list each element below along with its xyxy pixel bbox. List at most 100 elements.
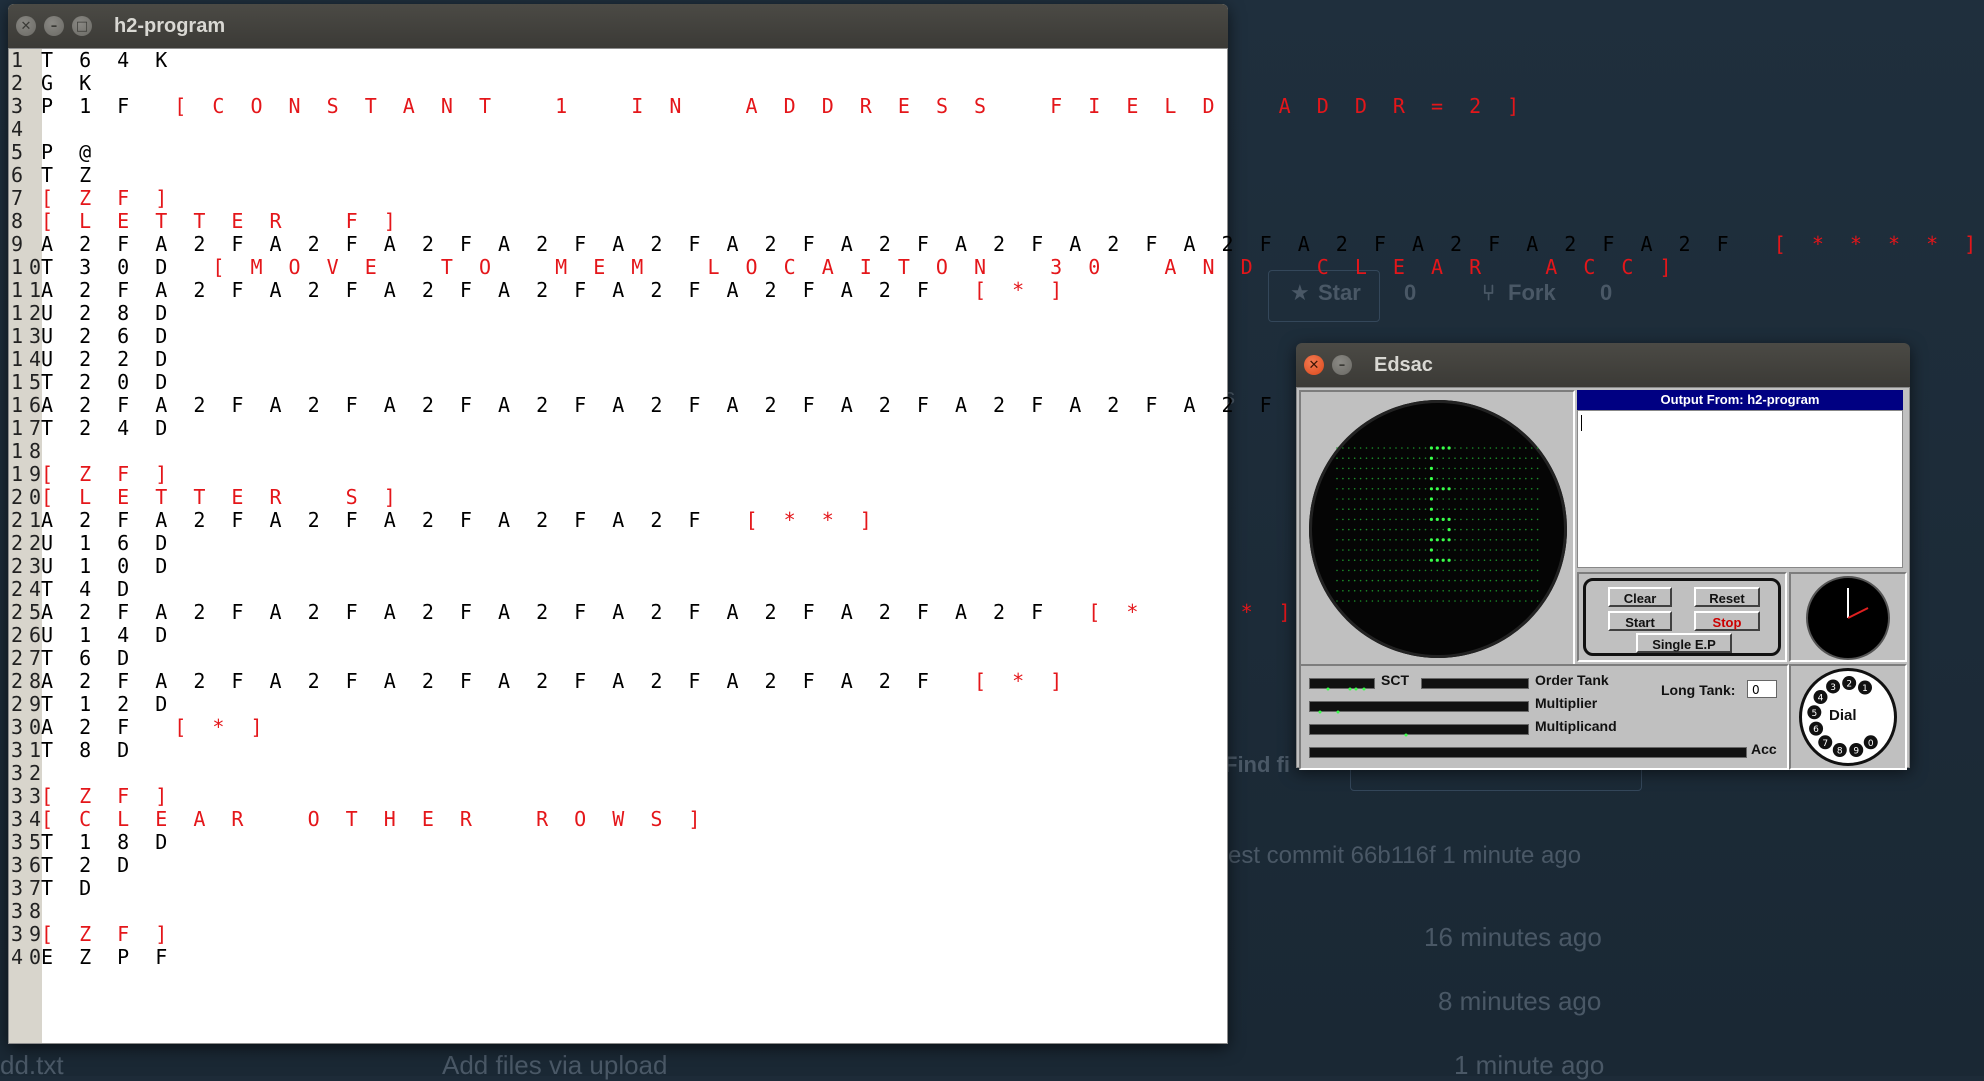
edsac-titlebar[interactable]: ✕ – Edsac [1296,343,1910,387]
code-line[interactable]: 7 [ Z F ] [9,187,1227,210]
output-textarea[interactable] [1577,410,1903,568]
crt-dot [1471,579,1474,582]
crt-dot [1519,539,1521,541]
crt-dot [1483,477,1486,480]
crt-dot [1489,488,1492,490]
crt-dot [1401,559,1403,561]
commit-time: 16 minutes ago [1424,922,1602,952]
code-line[interactable]: 14 U 2 2 D [9,348,1227,371]
minimize-button[interactable]: – [44,16,64,36]
code-line[interactable]: 20[ L E T T E R S ] [9,486,1227,509]
start-button[interactable]: Start [1608,611,1672,631]
crt-dot [1342,569,1344,572]
code-line[interactable]: 27 T 6 D [9,647,1227,670]
crt-dot [1336,457,1338,459]
code-line[interactable]: 23 U 1 0 D [9,555,1227,578]
code-line[interactable]: 13 U 2 6 D [9,325,1227,348]
single-ep-button[interactable]: Single E.P [1636,633,1732,653]
crt-dot [1365,467,1368,470]
code-line[interactable]: 21 A 2 F A 2 F A 2 F A 2 F A 2 F A 2 F [ … [9,509,1227,532]
minimize-button[interactable]: – [1332,355,1352,375]
line-number: 31 [11,738,48,762]
stop-button[interactable]: Stop [1694,611,1760,631]
line-number: 38 [11,899,48,923]
code-text: [ Z F ] [41,785,174,808]
code-line[interactable]: 11 A 2 F A 2 F A 2 F A 2 F A 2 F A 2 F A … [9,279,1227,302]
code-line[interactable]: 25 A 2 F A 2 F A 2 F A 2 F A 2 F A 2 F A … [9,601,1291,624]
code-line[interactable]: 35 T 1 8 D [9,831,1227,854]
crt-dot [1483,467,1486,470]
code-line[interactable]: 39[ Z F ] [9,923,1227,946]
crt-dot [1389,590,1391,592]
crt-dot [1460,488,1462,490]
reset-button[interactable]: Reset [1694,587,1760,607]
code-line[interactable]: 40 E Z P F [9,946,1227,969]
code-comment: [ * * ] [745,508,879,532]
find-file-button[interactable]: Find fi [1224,752,1290,778]
crt-dot [1424,569,1427,572]
crt-dot [1365,590,1368,592]
code-line[interactable]: 6 T Z [9,164,1227,187]
crt-dot [1460,457,1462,459]
crt-dot [1371,447,1374,449]
clear-button[interactable]: Clear [1608,587,1672,607]
editor-titlebar[interactable]: ✕ – □ h2-program [8,4,1228,48]
crt-dot [1530,518,1533,521]
code-line[interactable]: 19[ Z F ] [9,463,1227,486]
crt-dot [1353,488,1356,490]
code-line[interactable]: 5 P @ [9,141,1227,164]
crt-dot [1371,467,1374,470]
close-button[interactable]: ✕ [16,16,36,36]
code-line[interactable]: 1 T 6 4 K [9,49,1227,72]
crt-dot [1407,539,1409,541]
code-line[interactable]: 3P 1 F [ C O N S T A N T 1 I N A D D R E… [9,95,1519,118]
code-line[interactable]: 22 U 1 6 D [9,532,1227,555]
code-line[interactable]: 16 A 2 F A 2 F A 2 F A 2 F A 2 F A 2 F A … [9,394,1824,417]
crt-dot [1483,488,1486,490]
code-line[interactable]: 33[ Z F ] [9,785,1227,808]
code-line[interactable]: 31 T 8 D [9,739,1227,762]
crt-dot [1471,539,1474,541]
crt-dot [1401,447,1403,449]
code-editor[interactable]: 1 T 6 4 K 2 G K 3 P 1 F [ C O N S T A N T 1 I… [8,48,1976,1044]
code-line[interactable]: 15 T 2 0 D [9,371,1227,394]
code-line[interactable]: 36 T 2 D [9,854,1227,877]
crt-dot [1536,579,1539,582]
crt-dot [1412,549,1415,551]
crt-dot [1342,488,1344,490]
code-line[interactable]: 34[ C L E A R O T H E R R O W S ] [9,808,1227,831]
code-line[interactable]: 26 U 1 4 D [9,624,1227,647]
code-line[interactable]: 18 [9,440,1227,463]
code-instruction: U 1 0 D [41,554,175,578]
code-line[interactable]: 38 [9,900,1227,923]
long-tank-spinner[interactable]: 0 [1747,680,1777,698]
crt-dot [1519,457,1521,459]
code-line[interactable]: 28 A 2 F A 2 F A 2 F A 2 F A 2 F A 2 F A … [9,670,1227,693]
code-line[interactable]: 8 [ L E T T E R F ] [9,210,1227,233]
code-line[interactable]: 24 T 4 D [9,578,1227,601]
code-line[interactable]: 32 [9,762,1227,785]
crt-dot [1525,508,1527,510]
crt-dot [1530,539,1533,541]
crt-dot [1401,569,1403,572]
crt-dot [1365,600,1368,602]
code-line[interactable]: 2 G K [9,72,1227,95]
crt-dot [1353,477,1356,480]
code-line[interactable]: 9 A 2 F A 2 F A 2 F A 2 F A 2 F A 2 F A 2… [9,233,1976,256]
code-line[interactable]: 12 U 2 8 D [9,302,1227,325]
file-name: dd.txt [0,1050,64,1080]
code-line[interactable]: 37 T D [9,877,1227,900]
crt-dot [1436,508,1439,510]
line-number: 12 [11,301,48,325]
close-button[interactable]: ✕ [1304,355,1324,375]
code-line[interactable]: 17 T 2 4 D [9,417,1227,440]
code-comment: [ L E T T E R S ] [41,485,403,509]
code-line[interactable]: 4 [9,118,1227,141]
telephone-dial[interactable]: 12345 67890 Dial [1799,668,1897,766]
code-line[interactable]: 29 T 1 2 D [9,693,1227,716]
crt-dot [1436,457,1439,459]
code-line[interactable]: 10 T 3 0 D [ M O V E T O M E M L O C A I … [9,256,1672,279]
code-line[interactable]: 30 A 2 F [ * ] [9,716,1227,739]
crt-dot [1483,518,1486,521]
maximize-button[interactable]: □ [72,16,92,36]
